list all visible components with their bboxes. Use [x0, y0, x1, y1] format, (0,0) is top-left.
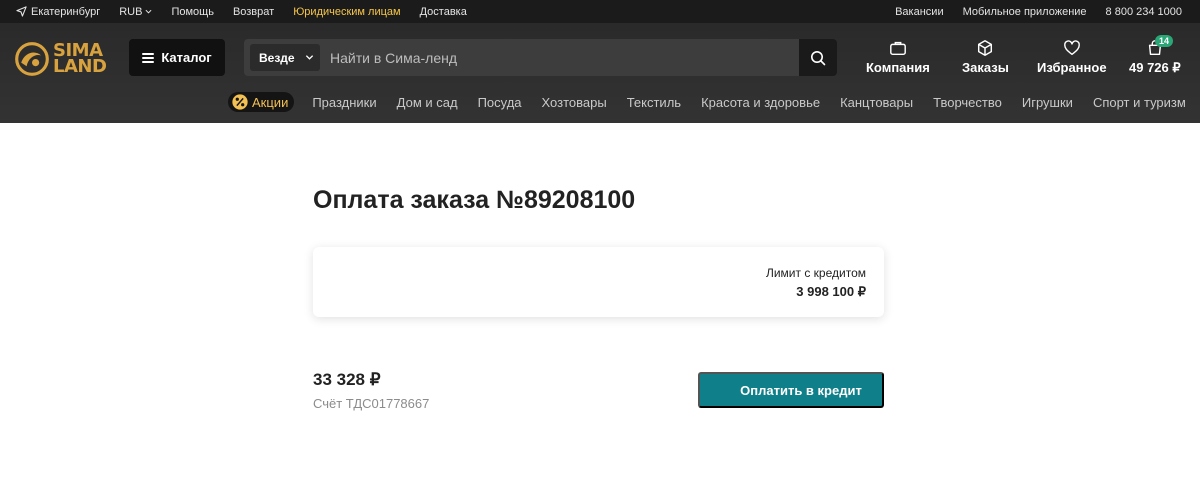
returns-link[interactable]: Возврат: [233, 6, 274, 18]
heart-icon: [1063, 40, 1080, 56]
chevron-down-icon: [145, 9, 152, 14]
briefcase-icon: [890, 41, 906, 56]
category-stationery[interactable]: Канцтовары: [840, 95, 913, 110]
cart-total-label: 49 726 ₽: [1129, 60, 1181, 75]
box-icon: [978, 40, 993, 56]
search-icon: [811, 50, 826, 65]
menu-icon: [142, 52, 155, 63]
chevron-down-icon: [305, 55, 313, 60]
order-amount: 33 328 ₽: [313, 370, 381, 389]
percent-badge-icon: [232, 94, 248, 110]
category-textile[interactable]: Текстиль: [627, 95, 681, 110]
top-bar-left: Екатеринбург RUB Помощь Возврат Юридичес…: [16, 0, 486, 23]
city-selector[interactable]: Екатеринбург: [16, 6, 100, 18]
help-link[interactable]: Помощь: [171, 6, 214, 18]
favorites-label: Избранное: [1037, 60, 1107, 75]
delivery-link[interactable]: Доставка: [420, 6, 467, 18]
category-nav: Акции Праздники Дом и сад Посуда Хозтова…: [228, 91, 1200, 113]
category-tableware[interactable]: Посуда: [478, 95, 522, 110]
logo-line-2: LAND: [53, 56, 107, 77]
promo-label: Акции: [252, 94, 289, 110]
orders-label: Заказы: [962, 60, 1009, 75]
category-holidays[interactable]: Праздники: [312, 95, 376, 110]
currency-label: RUB: [119, 5, 143, 18]
search-input[interactable]: [330, 39, 790, 76]
credit-limit-card: Лимит с кредитом 3 998 100 ₽: [313, 247, 884, 317]
category-home-garden[interactable]: Дом и сад: [397, 95, 458, 110]
jobs-link[interactable]: Вакансии: [895, 6, 944, 18]
category-creativity[interactable]: Творчество: [933, 95, 1002, 110]
category-beauty-health[interactable]: Красота и здоровье: [701, 95, 820, 110]
cart-count-badge: 14: [1155, 35, 1174, 47]
search-button[interactable]: [799, 39, 837, 76]
catalog-label: Каталог: [161, 50, 212, 65]
logo[interactable]: SIMA LAND: [14, 39, 108, 79]
company-nav[interactable]: Компания: [866, 39, 930, 79]
city-label: Екатеринбург: [31, 5, 101, 18]
category-household[interactable]: Хозтовары: [542, 95, 607, 110]
page-title: Оплата заказа №89208100: [313, 186, 636, 214]
credit-limit-value: 3 998 100 ₽: [796, 284, 866, 299]
main-header: SIMA LAND Каталог Везде Компания Заказы …: [0, 23, 1200, 123]
logo-text: SIMA LAND: [53, 42, 107, 77]
company-label: Компания: [866, 60, 930, 75]
category-toys[interactable]: Игрушки: [1022, 95, 1073, 110]
orders-nav[interactable]: Заказы: [962, 39, 1009, 79]
location-arrow-icon: [16, 6, 27, 17]
search-bar: Везде: [244, 39, 837, 76]
pay-on-credit-button[interactable]: Оплатить в кредит: [698, 372, 884, 408]
phone-link[interactable]: 8 800 234 1000: [1106, 6, 1182, 18]
catalog-button[interactable]: Каталог: [129, 39, 225, 76]
cart-nav[interactable]: 14 49 726 ₽: [1129, 35, 1181, 79]
legal-entities-link[interactable]: Юридическим лицам: [293, 6, 400, 18]
promo-link[interactable]: Акции: [228, 92, 295, 112]
credit-limit-label: Лимит с кредитом: [765, 266, 866, 280]
search-scope-label: Везде: [259, 50, 295, 65]
invoice-number: Счёт ТДС01778667: [313, 396, 430, 411]
top-bar-right: Вакансии Мобильное приложение 8 800 234 …: [876, 0, 1182, 23]
mobile-app-link[interactable]: Мобильное приложение: [963, 6, 1087, 18]
search-scope-dropdown[interactable]: Везде: [250, 44, 320, 71]
category-sport-tourism[interactable]: Спорт и туризм: [1093, 95, 1186, 110]
favorites-nav[interactable]: Избранное: [1037, 39, 1107, 79]
currency-selector[interactable]: RUB: [119, 6, 152, 18]
sima-land-logo-icon: [15, 42, 49, 76]
top-bar: Екатеринбург RUB Помощь Возврат Юридичес…: [0, 0, 1200, 23]
